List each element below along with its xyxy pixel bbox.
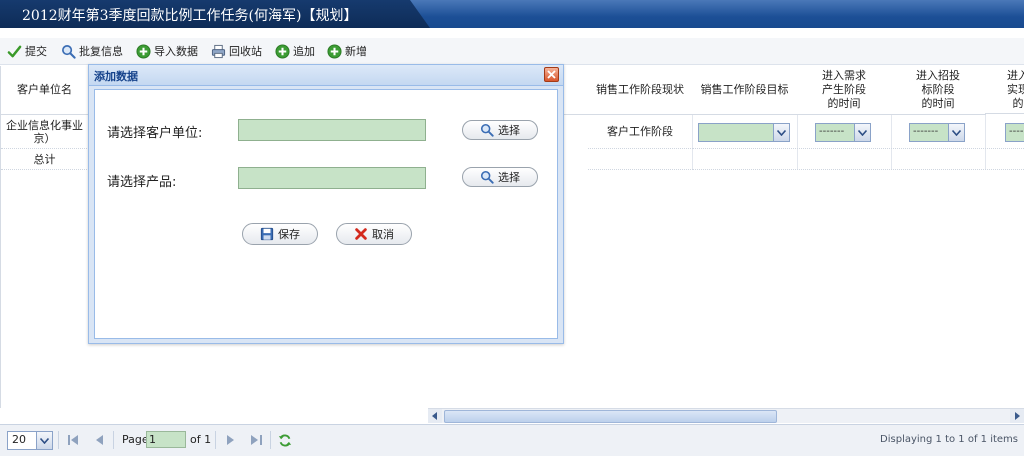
add-data-dialog: 添加数据 请选择客户单位: 选择 请选择产品: 选择 保存 取消 (88, 64, 564, 344)
select-client-label: 选择 (498, 124, 520, 137)
product-input[interactable] (238, 167, 426, 189)
cancel-button[interactable]: 取消 (336, 223, 412, 245)
red-x-icon (355, 228, 367, 240)
dialog-body: 请选择客户单位: 选择 请选择产品: 选择 保存 取消 (94, 89, 558, 339)
client-unit-label: 请选择客户单位: (107, 126, 203, 141)
save-button[interactable]: 保存 (242, 223, 318, 245)
select-client-button[interactable]: 选择 (462, 120, 538, 140)
modal-overlay: 添加数据 请选择客户单位: 选择 请选择产品: 选择 保存 取消 (0, 0, 1024, 455)
product-label: 请选择产品: (107, 175, 177, 190)
dialog-title: 添加数据 (94, 70, 138, 83)
save-label: 保存 (278, 228, 300, 241)
magnifier-icon (480, 123, 494, 137)
save-disk-icon (260, 227, 274, 241)
select-product-label: 选择 (498, 171, 520, 184)
dialog-header[interactable]: 添加数据 (89, 65, 563, 86)
close-icon[interactable] (544, 67, 559, 82)
select-product-button[interactable]: 选择 (462, 167, 538, 187)
client-unit-input[interactable] (238, 119, 426, 141)
cancel-label: 取消 (372, 228, 394, 241)
magnifier-icon (480, 170, 494, 184)
